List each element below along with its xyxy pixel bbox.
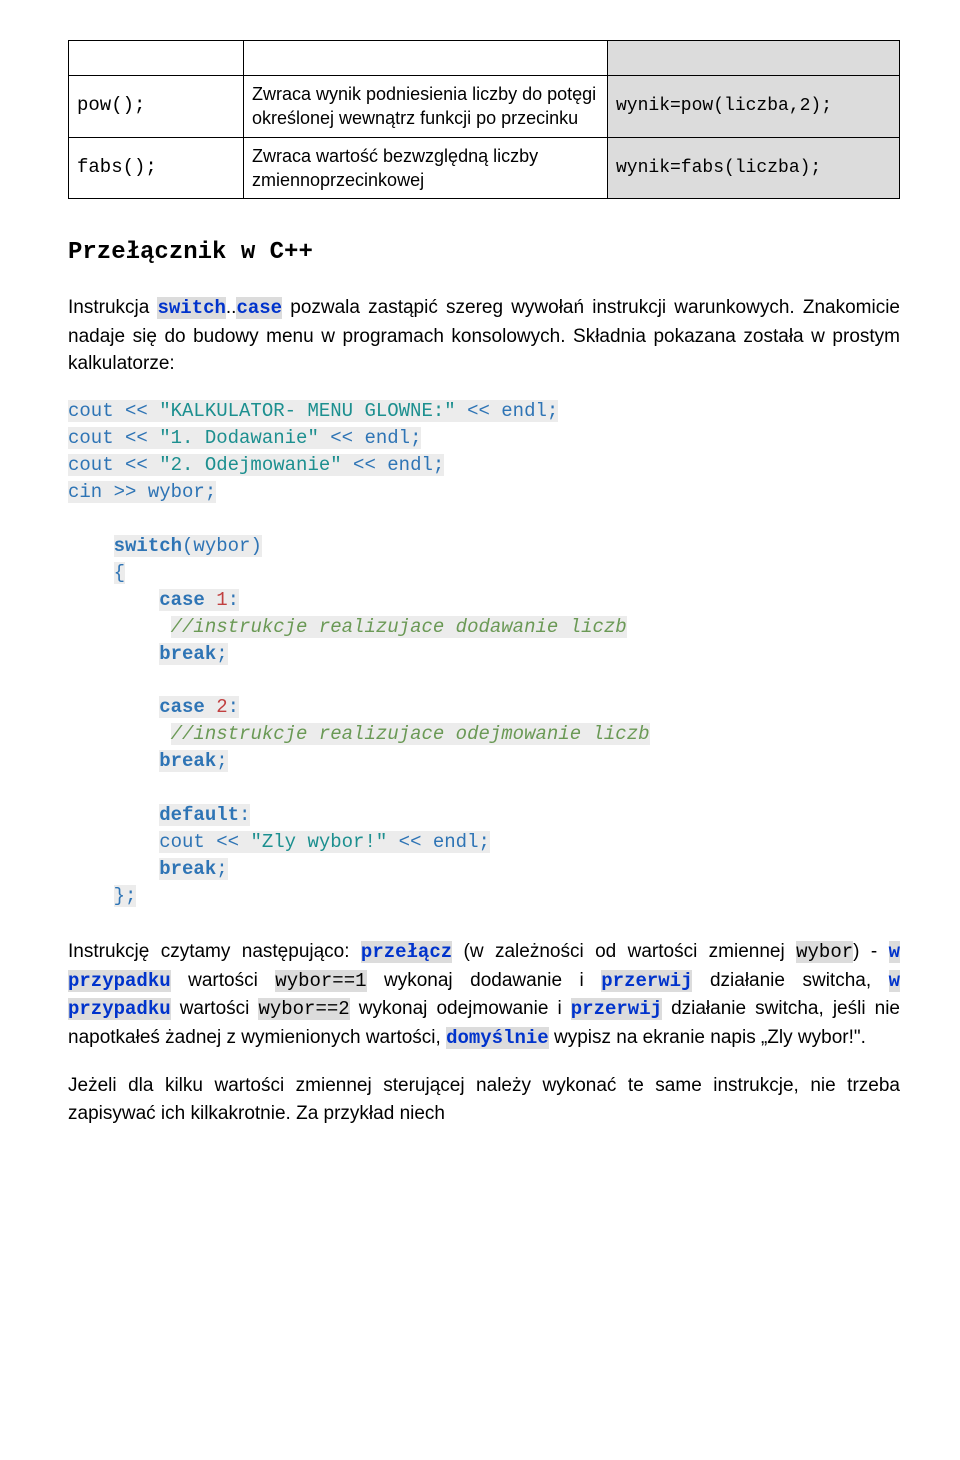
code-keyword: case: [159, 696, 205, 718]
table-cell: [69, 41, 244, 76]
text: ) -: [853, 941, 888, 962]
function-desc: Zwraca wynik podniesienia liczby do potę…: [244, 76, 608, 138]
code-keyword: switch: [114, 535, 182, 557]
keyword-highlight: przerwij: [571, 998, 662, 1020]
code-inline: wybor==2: [258, 998, 349, 1020]
code-text: ;: [216, 643, 227, 665]
code-keyword: break: [159, 643, 216, 665]
code-text: ;: [216, 858, 227, 880]
paragraph-intro: Instrukcja switch..case pozwala zastąpić…: [68, 294, 900, 378]
code-text: ;: [216, 750, 227, 772]
code-string: "KALKULATOR- MENU GLOWNE:": [159, 400, 455, 422]
code-keyword: break: [159, 750, 216, 772]
keyword-highlight: przełącz: [361, 941, 452, 963]
text: wartości: [171, 998, 259, 1019]
code-keyword: break: [159, 858, 216, 880]
code-brace: {: [114, 562, 125, 584]
text: (w zależności od wartości zmiennej: [452, 941, 796, 962]
table-row: fabs(); Zwraca wartość bezwzględną liczb…: [69, 137, 900, 199]
code-string: "2. Odejmowanie": [159, 454, 341, 476]
paragraph-explanation: Instrukcję czytamy następująco: przełącz…: [68, 938, 900, 1052]
text: wartości: [171, 970, 276, 991]
code-brace: };: [114, 885, 137, 907]
code-text: << endl;: [319, 427, 422, 449]
functions-table: pow(); Zwraca wynik podniesienia liczby …: [68, 40, 900, 199]
code-text: << endl;: [342, 454, 445, 476]
keyword-highlight: domyślnie: [446, 1027, 549, 1049]
keyword-case: case: [236, 297, 282, 319]
table-cell: [244, 41, 608, 76]
text: ..: [226, 297, 237, 318]
code-inline: wybor==1: [275, 970, 366, 992]
code-text: cout <<: [68, 400, 159, 422]
code-text: :: [228, 589, 239, 611]
code-comment: //instrukcje realizujace dodawanie liczb: [171, 616, 627, 638]
function-example: wynik=pow(liczba,2);: [608, 76, 900, 138]
code-text: << endl;: [387, 831, 490, 853]
code-text: cout <<: [68, 454, 159, 476]
code-inline: wybor: [796, 941, 853, 963]
keyword-highlight: przerwij: [601, 970, 692, 992]
code-text: :: [228, 696, 239, 718]
code-text: :: [239, 804, 250, 826]
code-string: "Zly wybor!": [250, 831, 387, 853]
table-cell: [608, 41, 900, 76]
code-comment: //instrukcje realizujace odejmowanie lic…: [171, 723, 650, 745]
function-name: pow();: [69, 76, 244, 138]
code-keyword: case: [159, 589, 205, 611]
text: wykonaj odejmowanie i: [350, 998, 571, 1019]
code-text: (wybor): [182, 535, 262, 557]
text: wypisz na ekranie napis „Zly wybor!".: [549, 1027, 866, 1048]
function-example: wynik=fabs(liczba);: [608, 137, 900, 199]
code-number: 2: [205, 696, 228, 718]
text: wykonaj dodawanie i: [367, 970, 602, 991]
code-text: << endl;: [456, 400, 559, 422]
text: Instrukcja: [68, 297, 157, 318]
code-number: 1: [205, 589, 228, 611]
code-keyword: default: [159, 804, 239, 826]
code-string: "1. Dodawanie": [159, 427, 319, 449]
section-heading: Przełącznik w C++: [68, 239, 900, 266]
text: działanie switcha,: [692, 970, 888, 991]
function-desc: Zwraca wartość bezwzględną liczby zmienn…: [244, 137, 608, 199]
paragraph-footer: Jeżeli dla kilku wartości zmiennej steru…: [68, 1072, 900, 1127]
text: Instrukcję czytamy następująco:: [68, 941, 361, 962]
code-text: cin >> wybor;: [68, 481, 216, 503]
code-block: cout << "KALKULATOR- MENU GLOWNE:" << en…: [68, 398, 900, 910]
keyword-switch: switch: [157, 297, 225, 319]
table-header-row: [69, 41, 900, 76]
code-text: cout <<: [159, 831, 250, 853]
page: pow(); Zwraca wynik podniesienia liczby …: [0, 0, 960, 1188]
code-text: cout <<: [68, 427, 159, 449]
table-row: pow(); Zwraca wynik podniesienia liczby …: [69, 76, 900, 138]
function-name: fabs();: [69, 137, 244, 199]
